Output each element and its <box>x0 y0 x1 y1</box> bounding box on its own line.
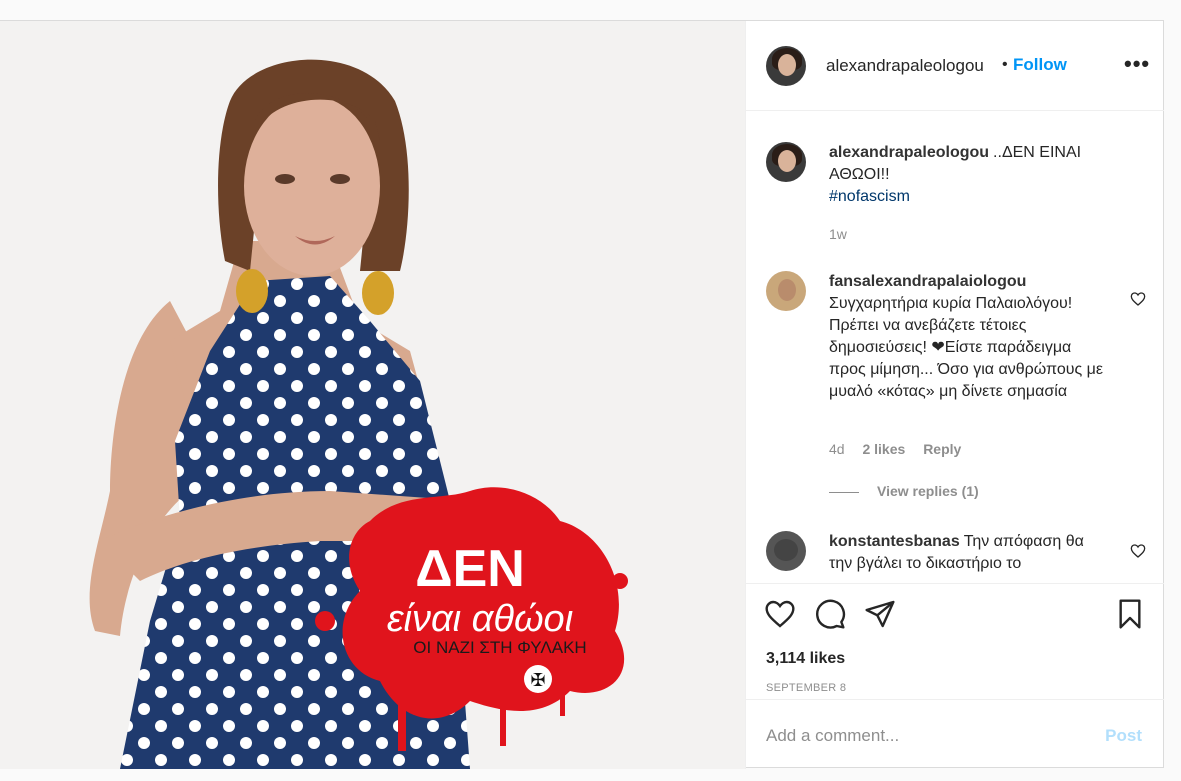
comment-icon[interactable] <box>814 598 846 630</box>
post-comment-button[interactable]: Post <box>1105 726 1142 746</box>
separator-dot: • <box>1002 56 1008 73</box>
caption-hashtag[interactable]: #nofascism <box>829 186 910 208</box>
heart-icon[interactable] <box>764 598 796 630</box>
comment-age: 4d <box>829 441 845 457</box>
comment-like-icon[interactable] <box>1130 543 1146 559</box>
caption-body: alexandrapaleologou ..ΔΕΝ ΕΙΝΑΙ ΑΘΩΟΙ!! #… <box>829 142 1119 208</box>
comment-text: Συγχαρητήρια κυρία Παλαιολόγου! Πρέπει ν… <box>829 295 1103 400</box>
post-photo-illustration: ΔΕΝ είναι αθώοι ΟΙ ΝΑΖΙ ΣΤΗ ΦΥΛΑΚΗ ✠ <box>0 21 745 769</box>
more-options-icon[interactable]: ••• <box>1124 53 1150 75</box>
reply-button[interactable]: Reply <box>923 441 961 457</box>
replies-divider <box>829 491 859 493</box>
share-icon[interactable] <box>864 598 896 630</box>
view-replies-label: View replies (1) <box>877 483 979 499</box>
likes-count[interactable]: 3,114 likes <box>766 650 845 668</box>
author-username[interactable]: alexandrapaleologou <box>826 56 984 76</box>
commenter-avatar[interactable] <box>766 271 806 311</box>
post-sidebar: alexandrapaleologou • Follow ••• alexand… <box>745 21 1164 769</box>
instagram-post: ΔΕΝ είναι αθώοι ΟΙ ΝΑΖΙ ΣΤΗ ΦΥΛΑΚΗ ✠ ale… <box>0 20 1164 769</box>
comments-list[interactable]: alexandrapaleologou ..ΔΕΝ ΕΙΝΑΙ ΑΘΩΟΙ!! #… <box>746 112 1164 582</box>
overlay-line1: ΔΕΝ <box>415 540 525 598</box>
caption-avatar[interactable] <box>766 142 806 182</box>
add-comment-input[interactable] <box>766 722 1086 750</box>
bookmark-icon[interactable] <box>1114 598 1146 630</box>
add-comment-bar: Post <box>746 699 1164 769</box>
post-image[interactable]: ΔΕΝ είναι αθώοι ΟΙ ΝΑΖΙ ΣΤΗ ΦΥΛΑΚΗ ✠ <box>0 21 745 769</box>
post-header: alexandrapaleologou • Follow ••• <box>746 21 1164 111</box>
svg-text:✠: ✠ <box>530 670 545 691</box>
caption-meta: 1w <box>829 226 861 242</box>
comment-meta: 4d 2 likes Reply <box>829 441 975 457</box>
caption-age: 1w <box>829 226 847 242</box>
post-actions: 3,114 likes SEPTEMBER 8 <box>746 583 1164 699</box>
comment-likes[interactable]: 2 likes <box>862 441 905 457</box>
commenter-avatar[interactable] <box>766 531 806 571</box>
comment-username[interactable]: fansalexandrapalaiologou <box>829 273 1026 290</box>
comment-like-icon[interactable] <box>1130 291 1146 307</box>
overlay-line3: ΟΙ ΝΑΖΙ ΣΤΗ ΦΥΛΑΚΗ <box>413 638 586 657</box>
post-date: SEPTEMBER 8 <box>766 682 847 694</box>
comment-body: fansalexandrapalaiologou Συγχαρητήρια κυ… <box>829 271 1109 403</box>
caption-username[interactable]: alexandrapaleologou <box>829 144 989 161</box>
comment-body: konstantesbanas Την απόφαση θα την βγάλει… <box>829 531 1109 575</box>
follow-button[interactable]: Follow <box>1013 55 1067 75</box>
overlay-line2: είναι αθώοι <box>387 598 573 640</box>
comment-username[interactable]: konstantesbanas <box>829 533 960 550</box>
view-replies-button[interactable]: View replies (1) <box>829 483 979 499</box>
author-avatar[interactable] <box>766 46 806 86</box>
